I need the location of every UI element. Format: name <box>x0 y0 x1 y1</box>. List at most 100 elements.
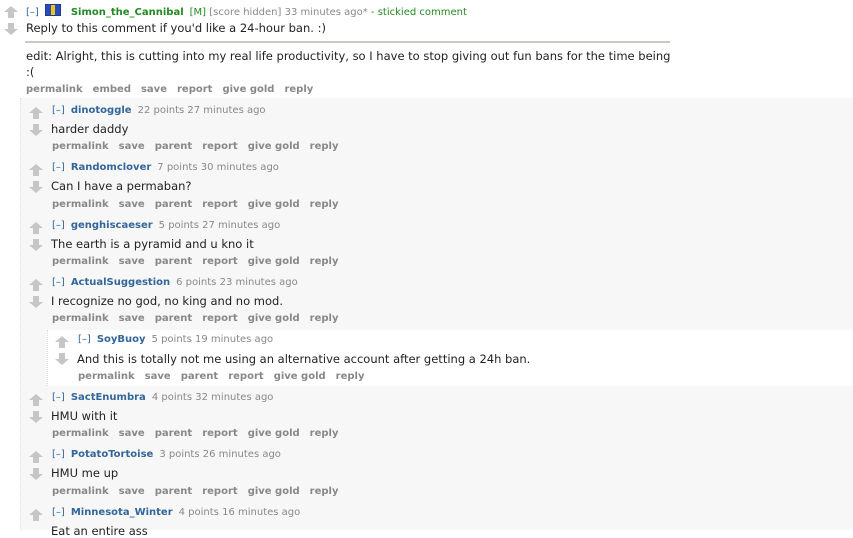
permalink-link[interactable]: permalink <box>78 371 135 382</box>
collapse-toggle[interactable]: [–] <box>52 392 65 403</box>
reply-link[interactable]: reply <box>310 256 339 267</box>
comment-body: And this is totally not me using an alte… <box>77 352 531 366</box>
give-gold-link[interactable]: give gold <box>248 199 300 210</box>
save-link[interactable]: save <box>141 84 167 95</box>
report-link[interactable]: report <box>202 256 237 267</box>
save-link[interactable]: save <box>119 256 145 267</box>
upvote-arrow-icon[interactable] <box>29 107 43 119</box>
comment-time: 27 minutes ago <box>187 105 266 116</box>
upvote-arrow-icon[interactable] <box>29 451 43 463</box>
report-link[interactable]: report <box>202 199 237 210</box>
comment-author[interactable]: ActualSuggestion <box>71 277 170 288</box>
reply-link[interactable]: reply <box>310 313 339 324</box>
report-link[interactable]: report <box>177 84 212 95</box>
comment-tagline: [–] dinotoggle 22 points 27 minutes ago <box>52 105 266 116</box>
mod-badge: [M] <box>189 7 207 18</box>
downvote-arrow-icon[interactable] <box>29 181 43 193</box>
permalink-link[interactable]: permalink <box>52 256 109 267</box>
report-link[interactable]: report <box>202 428 237 439</box>
embed-link[interactable]: embed <box>93 84 131 95</box>
upvote-arrow-icon[interactable] <box>55 336 69 348</box>
comment-divider <box>25 41 670 43</box>
nested-comment-border <box>47 330 48 386</box>
downvote-arrow-icon[interactable] <box>4 23 18 35</box>
save-link[interactable]: save <box>119 141 145 152</box>
downvote-arrow-icon[interactable] <box>29 468 43 480</box>
give-gold-link[interactable]: give gold <box>248 141 300 152</box>
permalink-link[interactable]: permalink <box>52 486 109 497</box>
give-gold-link[interactable]: give gold <box>248 486 300 497</box>
comment-author[interactable]: PotatoTortoise <box>71 449 154 460</box>
collapse-toggle[interactable]: [–] <box>52 507 65 518</box>
downvote-arrow-icon[interactable] <box>29 296 43 308</box>
report-link[interactable]: report <box>228 371 263 382</box>
parent-link[interactable]: parent <box>155 313 193 324</box>
upvote-arrow-icon[interactable] <box>29 164 43 176</box>
parent-link[interactable]: parent <box>155 486 193 497</box>
comment-author[interactable]: genghiscaeser <box>71 220 153 231</box>
report-link[interactable]: report <box>202 313 237 324</box>
parent-link[interactable]: parent <box>155 428 193 439</box>
parent-link[interactable]: parent <box>155 199 193 210</box>
parent-link[interactable]: parent <box>181 371 219 382</box>
save-link[interactable]: save <box>119 486 145 497</box>
collapse-toggle[interactable]: [–] <box>52 449 65 460</box>
give-gold-link[interactable]: give gold <box>248 313 300 324</box>
comment-time: 16 minutes ago <box>222 507 301 518</box>
reply-link[interactable]: reply <box>310 141 339 152</box>
comment-author[interactable]: SactEnumbra <box>71 392 146 403</box>
reply-link[interactable]: reply <box>310 199 339 210</box>
save-link[interactable]: save <box>119 428 145 439</box>
give-gold-link[interactable]: give gold <box>222 84 274 95</box>
downvote-arrow-icon[interactable] <box>29 239 43 251</box>
upvote-arrow-icon[interactable] <box>29 509 43 521</box>
comment-time: 32 minutes ago <box>195 392 274 403</box>
comment-points: 22 points <box>137 105 185 116</box>
give-gold-link[interactable]: give gold <box>274 371 326 382</box>
give-gold-link[interactable]: give gold <box>248 256 300 267</box>
save-link[interactable]: save <box>119 199 145 210</box>
comment-author[interactable]: Minnesota_Winter <box>71 507 173 518</box>
comment-author[interactable]: SoyBuoy <box>97 334 146 345</box>
reply-link[interactable]: reply <box>310 486 339 497</box>
collapse-toggle[interactable]: [–] <box>52 277 65 288</box>
collapse-toggle[interactable]: [–] <box>52 220 65 231</box>
permalink-link[interactable]: permalink <box>26 84 83 95</box>
upvote-arrow-icon[interactable] <box>29 279 43 291</box>
collapse-toggle[interactable]: [–] <box>78 334 91 345</box>
permalink-link[interactable]: permalink <box>52 428 109 439</box>
save-link[interactable]: save <box>119 313 145 324</box>
upvote-arrow-icon[interactable] <box>29 222 43 234</box>
reply-link[interactable]: reply <box>310 428 339 439</box>
reply-link[interactable]: reply <box>336 371 365 382</box>
comment-time: 30 minutes ago <box>200 162 279 173</box>
comment-points: 7 points <box>157 162 198 173</box>
permalink-link[interactable]: permalink <box>52 313 109 324</box>
upvote-arrow-icon[interactable] <box>29 394 43 406</box>
collapse-toggle[interactable]: [–] <box>52 105 65 116</box>
collapse-toggle[interactable]: [–] <box>26 7 39 18</box>
comment-author[interactable]: Simon_the_Cannibal <box>71 7 184 18</box>
report-link[interactable]: report <box>202 486 237 497</box>
reply-link[interactable]: reply <box>284 84 313 95</box>
save-link[interactable]: save <box>145 371 171 382</box>
comment-author[interactable]: dinotoggle <box>71 105 132 116</box>
comment-edit-line-1: edit: Alright, this is cutting into my r… <box>26 49 671 63</box>
parent-link[interactable]: parent <box>155 256 193 267</box>
comment-score: [score hidden] <box>209 7 282 18</box>
report-link[interactable]: report <box>202 141 237 152</box>
comment-author[interactable]: Randomclover <box>71 162 151 173</box>
downvote-arrow-icon[interactable] <box>29 411 43 423</box>
comment-buttons: permalink save parent report give gold reply <box>78 371 375 382</box>
downvote-arrow-icon[interactable] <box>55 353 69 365</box>
permalink-link[interactable]: permalink <box>52 141 109 152</box>
downvote-arrow-icon[interactable] <box>29 124 43 136</box>
upvote-arrow-icon[interactable] <box>4 6 18 18</box>
parent-link[interactable]: parent <box>155 141 193 152</box>
give-gold-link[interactable]: give gold <box>248 428 300 439</box>
permalink-link[interactable]: permalink <box>52 199 109 210</box>
comment-tagline: [–] Simon_the_Cannibal [M] [score hidden] … <box>26 4 467 18</box>
collapse-toggle[interactable]: [–] <box>52 162 65 173</box>
comment-points: 5 points <box>158 220 199 231</box>
comment-time: 26 minutes ago <box>202 449 281 460</box>
